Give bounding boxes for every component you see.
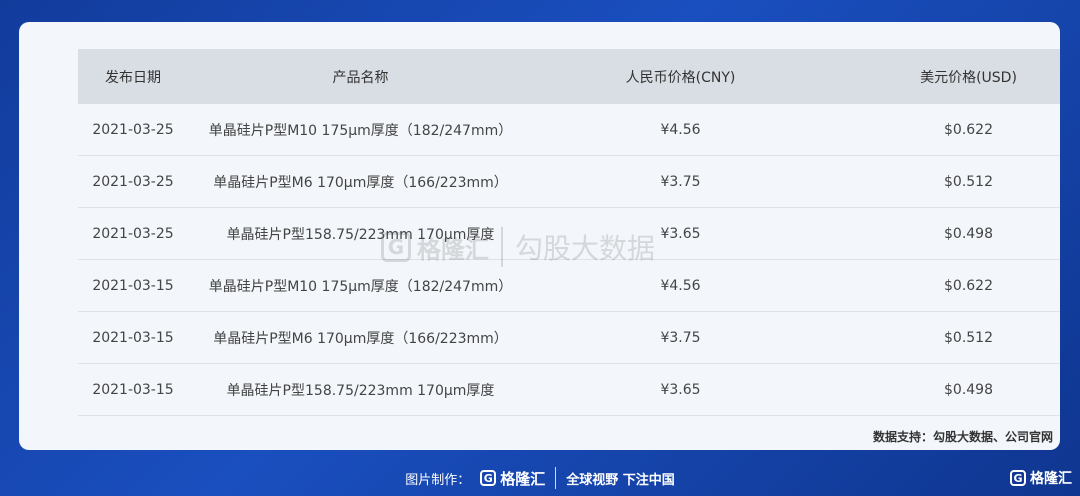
footer-made-by: 图片制作： [405, 472, 471, 488]
cell-cny: ¥3.65 [533, 363, 808, 416]
cell-cny: ¥3.65 [533, 207, 808, 260]
cell-usd: $0.512 [808, 311, 1060, 364]
cell-cny: ¥4.56 [533, 259, 808, 312]
cell-usd: $0.498 [808, 363, 1060, 416]
cell-product: 单晶硅片P型M6 170μm厚度（166/223mm） [188, 311, 533, 364]
gelonghui-logo-icon: G [480, 470, 497, 486]
table-row: 2021-03-25 单晶硅片P型M6 170μm厚度（166/223mm） ¥… [78, 155, 1060, 208]
cell-date: 2021-03-25 [78, 155, 188, 208]
cell-usd: $0.512 [808, 155, 1060, 208]
cell-date: 2021-03-15 [78, 363, 188, 416]
table-row: 2021-03-15 单晶硅片P型M10 175μm厚度（182/247mm） … [78, 259, 1060, 312]
header-cny-price: 人民币价格(CNY) [533, 49, 808, 104]
header-product-name: 产品名称 [188, 49, 533, 104]
cell-product: 单晶硅片P型M6 170μm厚度（166/223mm） [188, 155, 533, 208]
cell-product: 单晶硅片P型158.75/223mm 170μm厚度 [188, 207, 533, 260]
cell-product: 单晶硅片P型M10 175μm厚度（182/247mm） [188, 104, 533, 156]
table-row: 2021-03-25 单晶硅片P型158.75/223mm 170μm厚度 ¥3… [78, 207, 1060, 260]
price-table: 发布日期 产品名称 人民币价格(CNY) 美元价格(USD) 2021-03-2… [78, 49, 1060, 416]
header-usd-price: 美元价格(USD) [808, 49, 1060, 104]
source-note: 数据支持：勾股大数据、公司官网 [872, 430, 1053, 444]
cell-product: 单晶硅片P型158.75/223mm 170μm厚度 [188, 363, 533, 416]
footer-slogan: 全球视野 下注中国 [566, 472, 675, 488]
cell-date: 2021-03-15 [78, 311, 188, 364]
cell-cny: ¥3.75 [533, 155, 808, 208]
table-header-row: 发布日期 产品名称 人民币价格(CNY) 美元价格(USD) [78, 49, 1060, 104]
table-row: 2021-03-15 单晶硅片P型M6 170μm厚度（166/223mm） ¥… [78, 311, 1060, 364]
header-release-date: 发布日期 [78, 49, 188, 104]
cell-date: 2021-03-25 [78, 104, 188, 156]
gelonghui-logo-icon: G [1010, 470, 1026, 486]
cell-usd: $0.498 [808, 207, 1060, 260]
cell-cny: ¥4.56 [533, 104, 808, 156]
cell-date: 2021-03-15 [78, 259, 188, 312]
table-row: 2021-03-25 单晶硅片P型M10 175μm厚度（182/247mm） … [78, 104, 1060, 156]
footer-brand: 格隆汇 [500, 469, 546, 488]
cell-product: 单晶硅片P型M10 175μm厚度（182/247mm） [188, 259, 533, 312]
cell-date: 2021-03-25 [78, 207, 188, 260]
corner-brand-text: 格隆汇 [1030, 471, 1072, 487]
table-card: 发布日期 产品名称 人民币价格(CNY) 美元价格(USD) 2021-03-2… [19, 22, 1060, 450]
cell-usd: $0.622 [808, 104, 1060, 156]
footer: 图片制作： G 格隆汇 全球视野 下注中国 [0, 460, 1080, 496]
footer-divider [555, 467, 557, 489]
cell-cny: ¥3.75 [533, 311, 808, 364]
table-row: 2021-03-15 单晶硅片P型158.75/223mm 170μm厚度 ¥3… [78, 363, 1060, 416]
corner-brand: G 格隆汇 [1010, 468, 1072, 488]
cell-usd: $0.622 [808, 259, 1060, 312]
